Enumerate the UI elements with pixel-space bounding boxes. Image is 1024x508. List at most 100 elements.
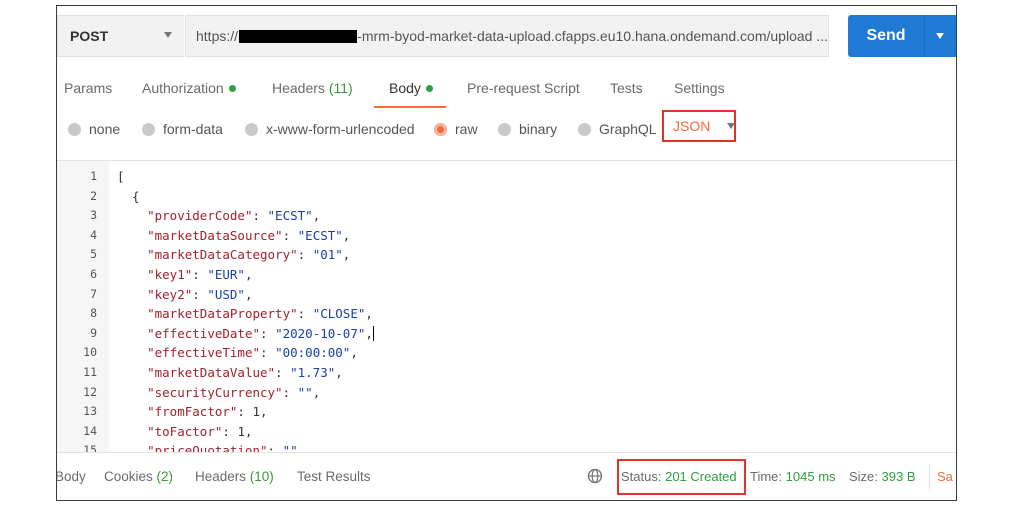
tab-label: Pre-request Script — [467, 80, 580, 96]
editor-line: 4 "marketDataSource": "ECST", — [57, 226, 956, 246]
tab-count: (10) — [249, 469, 274, 484]
tab-settings[interactable]: Settings — [674, 80, 725, 96]
json-key: "marketDataValue" — [147, 365, 276, 380]
json-value: "1.73" — [290, 365, 336, 380]
tab-headers[interactable]: Headers (11) — [272, 80, 353, 96]
json-key: "marketDataSource" — [147, 227, 283, 243]
postman-window: POST https:// -mrm-byod-market-data-uploa… — [56, 5, 957, 501]
tab-tests[interactable]: Tests — [610, 80, 643, 96]
caret-down-icon — [164, 32, 172, 38]
json-value: "00:00:00" — [275, 345, 351, 361]
editor-line: 6 "key1": "EUR", — [57, 265, 956, 285]
caret-down-icon — [727, 123, 736, 129]
radio-label: GraphQL — [599, 121, 657, 137]
radio-label: raw — [455, 121, 478, 137]
radio-icon — [498, 122, 511, 136]
editor-line: 8 "marketDataProperty": "CLOSE", — [57, 304, 956, 324]
radio-raw[interactable]: raw — [434, 121, 478, 137]
json-value: "" — [282, 443, 298, 452]
editor-line: 13 "fromFactor": 1, — [57, 402, 956, 422]
tab-body[interactable]: Body — [389, 80, 433, 96]
active-tab-underline — [374, 106, 446, 108]
method-select[interactable]: POST — [57, 15, 184, 57]
radio-icon — [142, 122, 155, 136]
tab-authorization[interactable]: Authorization — [142, 80, 236, 96]
caret-down-icon[interactable] — [936, 33, 944, 39]
editor-line: 11 "marketDataValue": "1.73", — [57, 363, 956, 383]
json-key: "key1" — [147, 267, 193, 282]
response-tab-cookies[interactable]: Cookies (2) — [104, 469, 173, 484]
json-key: "marketDataProperty" — [147, 306, 298, 322]
editor-line: 12 "securityCurrency": "", — [57, 383, 956, 403]
editor-line: 3 "providerCode": "ECST", — [57, 206, 956, 226]
radio-form-data[interactable]: form-data — [142, 121, 223, 137]
radio-icon — [578, 122, 591, 136]
json-key: "priceQuotation" — [147, 443, 268, 452]
radio-label: none — [89, 121, 121, 137]
line-number: 12 — [83, 384, 97, 399]
text-cursor — [372, 325, 375, 341]
url-suffix: -mrm-byod-market-data-upload.cfapps.eu10… — [357, 28, 828, 44]
globe-icon[interactable] — [587, 468, 603, 484]
line-number: 11 — [83, 365, 97, 379]
request-bar: POST https:// -mrm-byod-market-data-uploa… — [57, 6, 956, 68]
status-value: 201 Created — [665, 469, 737, 484]
line-number: 1 — [90, 169, 97, 183]
editor-line: 9 "effectiveDate": "2020-10-07", — [57, 324, 956, 344]
json-value: "USD" — [207, 286, 245, 302]
format-select[interactable]: JSON — [662, 110, 736, 142]
radio-label: x-www-form-urlencoded — [266, 121, 415, 137]
json-key: "key2" — [147, 286, 193, 302]
json-key: "securityCurrency" — [147, 384, 283, 400]
code-editor[interactable]: 1[ 2 { 3 "providerCode": "ECST", 4 "mark… — [57, 160, 956, 452]
radio-none[interactable]: none — [68, 121, 120, 137]
radio-binary[interactable]: binary — [498, 121, 557, 137]
editor-line: 10 "effectiveTime": "00:00:00", — [57, 343, 956, 363]
body-type-options: none form-data x-www-form-urlencoded raw… — [57, 116, 956, 152]
line-number: 10 — [83, 345, 97, 360]
send-button[interactable]: Send — [848, 15, 956, 57]
radio-graphql[interactable]: GraphQL — [578, 121, 657, 137]
line-number: 3 — [90, 208, 97, 223]
line-number: 15 — [83, 443, 97, 452]
response-tab-headers[interactable]: Headers (10) — [195, 469, 274, 484]
json-value: "ECST" — [267, 208, 313, 224]
send-label: Send — [866, 27, 906, 44]
radio-x-www-form-urlencoded[interactable]: x-www-form-urlencoded — [245, 121, 415, 137]
json-value: 1 — [237, 423, 245, 439]
editor-line: 15 "priceQuotation": "" — [57, 441, 956, 452]
json-value: "EUR" — [207, 267, 245, 282]
line-number: 7 — [90, 286, 97, 301]
size-value: 393 B — [881, 469, 916, 484]
response-time: Time: 1045 ms — [750, 469, 836, 484]
tab-params[interactable]: Params — [64, 80, 112, 96]
tab-pre-request-script[interactable]: Pre-request Script — [467, 80, 580, 96]
radio-icon — [68, 122, 81, 136]
url-input[interactable]: https:// -mrm-byod-market-data-upload.cfa… — [185, 15, 829, 57]
tab-count: (11) — [328, 80, 353, 96]
save-response-button[interactable]: Sa — [937, 469, 953, 484]
url-prefix: https:// — [196, 28, 239, 44]
editor-line: 1[ — [57, 167, 956, 187]
tab-label: Settings — [674, 80, 725, 96]
green-dot-icon — [425, 85, 433, 92]
response-tab-body[interactable]: Body — [56, 469, 86, 484]
code-text: { — [117, 188, 140, 204]
response-bar: Body Cookies (2) Headers (10) Test Resul… — [56, 452, 956, 500]
tab-label: Params — [64, 80, 113, 96]
json-value: 1 — [252, 404, 261, 420]
radio-label: binary — [519, 121, 558, 137]
time-label: Time: — [750, 469, 783, 484]
response-tab-test-results[interactable]: Test Results — [297, 469, 371, 484]
editor-line: 5 "marketDataCategory": "01", — [57, 245, 956, 265]
line-number: 9 — [90, 325, 97, 340]
response-size: Size: 393 B — [849, 469, 916, 484]
status-label: Status: — [621, 469, 662, 484]
editor-line: 7 "key2": "USD", — [57, 285, 956, 305]
json-key: "effectiveTime" — [147, 345, 260, 361]
code-text: [ — [117, 169, 125, 184]
tab-label: Test Results — [297, 469, 371, 484]
line-number: 4 — [90, 227, 97, 242]
tab-label: Body — [56, 469, 86, 484]
tab-label: Headers — [272, 80, 325, 96]
